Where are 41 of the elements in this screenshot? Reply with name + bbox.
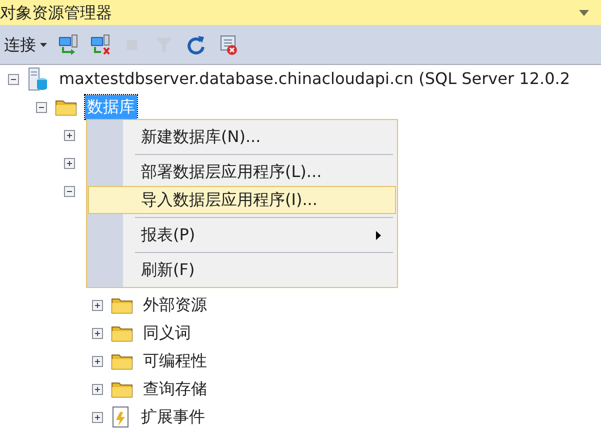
collapse-toggle-icon[interactable] [36, 102, 47, 112]
folder-icon [111, 296, 133, 314]
expand-toggle-icon[interactable] [64, 130, 75, 140]
expand-toggle-icon[interactable] [92, 300, 103, 310]
expand-toggle-icon[interactable] [92, 328, 103, 338]
dropdown-arrow-icon[interactable] [579, 10, 589, 16]
menu-item-label: 新建数据库(N)... [141, 126, 261, 148]
tree-node-label[interactable]: 同义词 [141, 321, 193, 345]
menu-item-label: 部署数据层应用程序(L)... [141, 161, 322, 183]
menu-item-label: 刷新(F) [141, 259, 195, 281]
tree-node-label[interactable]: 可编程性 [141, 349, 209, 373]
menu-item-label: 导入数据层应用程序(I)... [141, 189, 318, 211]
collapse-toggle-icon[interactable] [64, 186, 75, 196]
menu-item[interactable]: 报表(P) [88, 221, 396, 249]
expand-toggle-icon[interactable] [92, 356, 103, 366]
collapse-toggle-icon[interactable] [8, 74, 19, 84]
tree-node-label[interactable]: 外部资源 [141, 293, 209, 317]
server-icon [27, 67, 49, 91]
menu-item-label: 报表(P) [141, 224, 196, 246]
disconnect-server-icon[interactable] [89, 34, 111, 56]
connect-server-icon[interactable] [57, 34, 79, 56]
menu-item[interactable]: 新建数据库(N)... [88, 123, 396, 151]
panel-title: 对象资源管理器 [0, 2, 112, 24]
connect-dropdown[interactable]: 连接 [4, 32, 47, 56]
tree-node-label[interactable]: 查询存储 [141, 377, 209, 401]
menu-item[interactable]: 部署数据层应用程序(L)... [88, 158, 396, 186]
expand-toggle-icon[interactable] [92, 412, 103, 422]
menu-item[interactable]: 导入数据层应用程序(I)... [88, 186, 396, 214]
menu-item[interactable]: 刷新(F) [88, 256, 396, 284]
expand-toggle-icon[interactable] [92, 384, 103, 394]
folder-icon [111, 324, 133, 342]
refresh-icon[interactable] [185, 34, 207, 56]
tree-node-label[interactable]: maxtestdbserver.database.chinacloudapi.cn (SQL Server 12.0.2 [57, 67, 572, 91]
folder-icon [111, 352, 133, 370]
folder-icon [111, 380, 133, 398]
event-page-icon [111, 406, 131, 428]
expand-toggle-icon[interactable] [64, 158, 75, 168]
submenu-arrow-icon [376, 230, 381, 240]
folder-icon [55, 98, 77, 116]
tree-node-label[interactable]: 扩展事件 [139, 405, 207, 429]
caret-icon [40, 42, 47, 46]
